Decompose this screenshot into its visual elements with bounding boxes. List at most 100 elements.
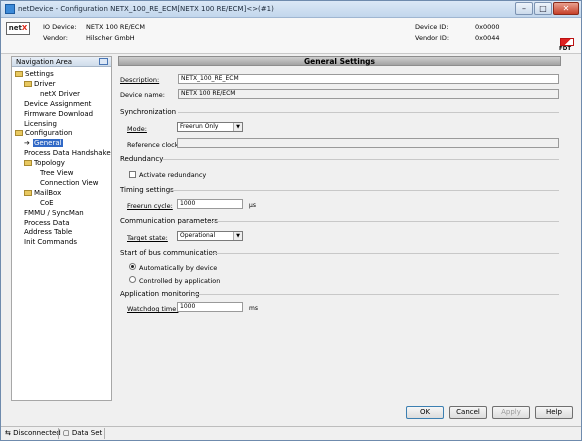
section-divider [194, 294, 559, 295]
description-label: Description: [120, 76, 160, 84]
redundancy-section: Redundancy [120, 155, 164, 163]
chevron-down-icon: ▼ [233, 232, 242, 240]
tree-item-connection-view[interactable]: Connection View [40, 178, 98, 188]
bus-start-section: Start of bus communication [120, 249, 218, 257]
tree-item-label: Connection View [40, 178, 99, 187]
cancel-button[interactable]: Cancel [449, 406, 487, 419]
maximize-button[interactable]: □ [534, 2, 552, 15]
status-separator [104, 428, 105, 439]
device-info-bar: netX IO Device: NETX 100 RE/ECM Vendor: … [1, 18, 581, 54]
tree-item-netx-driver[interactable]: netX Driver [40, 89, 80, 99]
device-id-value: 0x0000 [475, 23, 500, 31]
tree-item-init-commands[interactable]: Init Commands [24, 237, 77, 247]
tree-item-driver[interactable]: Driver [24, 79, 56, 89]
watchdog-label: Watchdog time: [127, 305, 179, 313]
app-icon [5, 4, 15, 14]
tree-item-fmmu-syncman[interactable]: FMMU / SyncMan [24, 208, 84, 218]
tree-item-label: Firmware Download [24, 109, 94, 118]
fdt-logo: FDT [558, 38, 576, 52]
title-bar: netDevice - Configuration NETX_100_RE_EC… [1, 1, 581, 18]
arrow-icon: ➔ [24, 139, 30, 148]
status-bar: ⇆ Disconnected ▢ Data Set [1, 426, 581, 440]
navigation-title: Navigation Area [16, 58, 73, 66]
section-divider [170, 190, 559, 191]
target-state-label: Target state: [127, 234, 168, 242]
dataset-icon: ▢ [63, 429, 70, 437]
description-field[interactable]: NETX_100_RE_ECM [178, 74, 559, 84]
auto-label: Automatically by device [139, 264, 218, 272]
folder-icon [24, 80, 32, 87]
tree-item-label: Init Commands [24, 238, 78, 247]
device-name-field[interactable]: NETX 100 RE/ECM [178, 89, 559, 99]
netx-logo: netX [6, 22, 30, 35]
mode-select[interactable]: Freerun Only ▼ [177, 122, 243, 132]
config-window: netDevice - Configuration NETX_100_RE_EC… [0, 0, 582, 441]
tree-item-label: Device Assignment [24, 99, 92, 108]
connection-status: ⇆ Disconnected [5, 429, 61, 437]
tree-item-label: Address Table [24, 228, 73, 237]
io-device-label: IO Device: [43, 23, 77, 31]
tree-item-label: Topology [34, 159, 65, 168]
panel-toggle-icon[interactable] [99, 58, 108, 65]
tree-item-firmware-download[interactable]: Firmware Download [24, 109, 93, 119]
general-settings-panel: General Settings Description: NETX_100_R… [118, 56, 561, 401]
close-button[interactable]: ✕ [553, 2, 579, 15]
controlled-label: Controlled by application [139, 277, 221, 285]
freerun-cycle-unit: µs [249, 202, 256, 209]
tree-item-label: Configuration [25, 129, 73, 138]
folder-icon [15, 71, 23, 77]
tree-item-general[interactable]: ➔ General [24, 138, 63, 148]
auto-radio[interactable] [129, 263, 136, 270]
vendor-id-value: 0x0044 [475, 34, 500, 42]
timing-section: Timing settings [120, 186, 174, 194]
minimize-button[interactable]: – [515, 2, 533, 15]
reference-clock-label: Reference clock: [127, 141, 181, 149]
tree-item-device-assignment[interactable]: Device Assignment [24, 99, 91, 109]
tree-item-label: General [33, 139, 63, 148]
section-divider [178, 112, 559, 113]
tree-item-label: Process Data Handshake [24, 149, 111, 158]
tree-item-configuration[interactable]: Configuration [15, 128, 72, 138]
io-device-value: NETX 100 RE/ECM [86, 23, 145, 31]
tree-item-tree-view[interactable]: Tree View [40, 168, 73, 178]
disconnected-icon: ⇆ [5, 429, 11, 437]
activate-redundancy-checkbox[interactable] [129, 171, 136, 178]
section-divider [162, 159, 559, 160]
tree-item-licensing[interactable]: Licensing [24, 119, 57, 129]
dataset-status: ▢ Data Set [63, 429, 103, 437]
vendor-value: Hilscher GmbH [86, 34, 135, 42]
synchronization-section: Synchronization [120, 108, 177, 116]
tree-item-address-table[interactable]: Address Table [24, 227, 72, 237]
tree-item-label: MailBox [34, 188, 62, 197]
tree-item-settings[interactable]: Settings [15, 69, 54, 79]
mode-label: Mode: [127, 125, 147, 133]
tree-item-label: FMMU / SyncMan [24, 208, 84, 217]
section-divider [210, 221, 559, 222]
vendor-label: Vendor: [43, 34, 68, 42]
apply-button[interactable]: Apply [492, 406, 530, 419]
tree-item-mailbox[interactable]: MailBox [24, 188, 61, 198]
tree-item-process-data[interactable]: Process Data [24, 218, 70, 228]
tree-item-process-data-handshake[interactable]: Process Data Handshake [24, 148, 111, 158]
ok-button[interactable]: OK [406, 406, 444, 419]
tree-item-coe[interactable]: CoE [40, 198, 54, 208]
reference-clock-field[interactable] [177, 138, 559, 148]
watchdog-field[interactable]: 1000 [177, 302, 243, 312]
freerun-cycle-field[interactable]: 1000 [177, 199, 243, 209]
target-state-select[interactable]: Operational ▼ [177, 231, 243, 241]
help-button[interactable]: Help [535, 406, 573, 419]
app-monitoring-section: Application monitoring [120, 290, 200, 298]
activate-redundancy-label: Activate redundancy [139, 171, 207, 179]
tree-item-topology[interactable]: Topology [24, 158, 65, 168]
panel-title: General Settings [118, 56, 561, 66]
tree-item-label: Tree View [40, 169, 74, 177]
folder-icon [24, 189, 32, 196]
controlled-radio[interactable] [129, 276, 136, 283]
communication-section: Communication parameters [120, 217, 218, 225]
tree-item-label: Driver [34, 79, 56, 88]
folder-icon [24, 160, 32, 167]
tree-item-label: CoE [40, 198, 54, 207]
chevron-down-icon: ▼ [233, 123, 242, 131]
section-divider [210, 253, 559, 254]
status-separator [58, 428, 59, 439]
